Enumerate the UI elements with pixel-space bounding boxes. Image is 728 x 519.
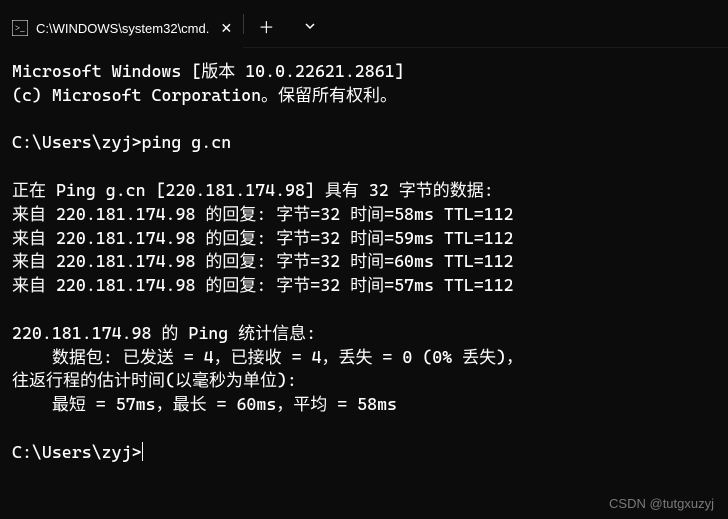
titlebar-actions: ＋: [244, 0, 332, 48]
ping-reply: 来自 220.181.174.98 的回复: 字节=32 时间=60ms TTL…: [12, 251, 514, 271]
watermark: CSDN @tutgxuzyj: [609, 496, 714, 511]
ping-reply: 来自 220.181.174.98 的回复: 字节=32 时间=58ms TTL…: [12, 204, 514, 224]
tab-dropdown-button[interactable]: [288, 6, 332, 46]
new-tab-button[interactable]: ＋: [244, 6, 288, 46]
tab-title: C:\WINDOWS\system32\cmd.: [36, 21, 209, 36]
stats-header: 220.181.174.98 的 Ping 统计信息:: [12, 323, 316, 343]
ping-header: 正在 Ping g.cn [220.181.174.98] 具有 32 字节的数…: [12, 180, 494, 200]
window-titlebar: >_ C:\WINDOWS\system32\cmd. ✕ ＋: [0, 0, 728, 48]
command-text: ping g.cn: [142, 132, 232, 152]
rtt-values: 最短 = 57ms，最长 = 60ms，平均 = 58ms: [12, 394, 397, 414]
prompt: C:\Users\zyj>: [12, 442, 142, 462]
cursor: [142, 442, 144, 461]
svg-text:>_: >_: [15, 23, 25, 33]
ping-reply: 来自 220.181.174.98 的回复: 字节=32 时间=57ms TTL…: [12, 275, 514, 295]
version-line: Microsoft Windows [版本 10.0.22621.2861]: [12, 61, 405, 81]
prompt: C:\Users\zyj>: [12, 132, 142, 152]
tab-close-button[interactable]: ✕: [217, 19, 235, 37]
terminal-output[interactable]: Microsoft Windows [版本 10.0.22621.2861] (…: [0, 48, 728, 465]
copyright-line: (c) Microsoft Corporation。保留所有权利。: [12, 85, 397, 105]
ping-reply: 来自 220.181.174.98 的回复: 字节=32 时间=59ms TTL…: [12, 228, 514, 248]
rtt-header: 往返行程的估计时间(以毫秒为单位):: [12, 370, 297, 390]
packets-line: 数据包: 已发送 = 4，已接收 = 4，丢失 = 0 (0% 丢失)，: [12, 347, 523, 367]
chevron-down-icon: [304, 20, 316, 32]
cmd-icon: >_: [12, 20, 28, 36]
tab-cmd[interactable]: >_ C:\WINDOWS\system32\cmd. ✕: [0, 8, 243, 48]
